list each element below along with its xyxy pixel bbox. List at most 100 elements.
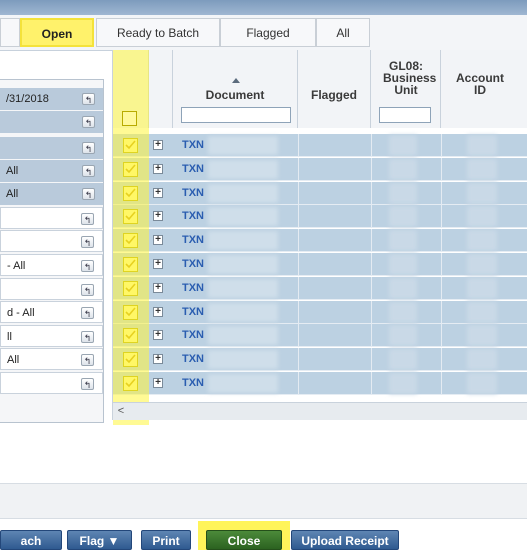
filter-row[interactable]: /31/2018 ↰ [0, 88, 103, 110]
expand-row-icon[interactable]: + [153, 259, 163, 269]
redacted-document-id [208, 183, 278, 203]
filter-row[interactable]: All ↰ [0, 348, 103, 370]
cell-divider [371, 276, 372, 300]
filter-prompt-icon[interactable]: ↰ [81, 331, 94, 343]
sort-ascending-icon [232, 78, 240, 83]
filter-prompt-icon[interactable]: ↰ [82, 93, 95, 105]
tab-hidden-left[interactable] [0, 18, 20, 47]
table-row[interactable]: + TXN [113, 181, 527, 205]
expand-row-icon[interactable]: + [153, 330, 163, 341]
filter-prompt-icon[interactable]: ↰ [82, 116, 95, 128]
filter-row[interactable]: ↰ [0, 207, 103, 229]
horizontal-scrollbar[interactable]: < [113, 402, 527, 420]
table-row[interactable]: + TXN [113, 348, 527, 372]
document-link[interactable]: TXN [182, 158, 204, 181]
redacted-account-id [467, 158, 497, 180]
filter-row[interactable]: ↰ [0, 137, 103, 159]
redacted-business-unit [389, 373, 417, 394]
filter-prompt-icon[interactable]: ↰ [81, 378, 94, 390]
cell-divider [371, 157, 372, 181]
expand-row-icon[interactable]: + [153, 163, 163, 174]
scroll-left-arrow-icon[interactable]: < [115, 405, 127, 417]
filter-row[interactable]: All ↰ [0, 183, 103, 205]
cell-divider [371, 324, 372, 348]
expand-row-icon[interactable]: + [153, 211, 163, 222]
flag-button[interactable]: Flag ▼ [67, 530, 132, 550]
redacted-business-unit [389, 325, 417, 347]
document-link[interactable]: TXN [182, 205, 204, 228]
filter-row[interactable]: - All ↰ [0, 254, 103, 276]
cell-divider [298, 300, 299, 324]
print-button[interactable]: Print [141, 530, 191, 550]
redacted-business-unit [389, 277, 417, 299]
filter-prompt-icon[interactable]: ↰ [81, 354, 94, 366]
transactions-grid: Document Flagged GL08: Business Unit Acc… [112, 50, 527, 420]
cell-divider [298, 134, 299, 157]
filter-row[interactable]: ll ↰ [0, 325, 103, 347]
filter-value: d - All [7, 307, 35, 319]
redacted-business-unit [389, 349, 417, 371]
filter-row[interactable]: d - All ↰ [0, 301, 103, 323]
document-link[interactable]: TXN [182, 134, 204, 157]
filter-row[interactable]: All ↰ [0, 160, 103, 182]
cell-divider [441, 157, 442, 181]
filter-prompt-icon[interactable]: ↰ [81, 307, 94, 319]
filter-prompt-icon[interactable]: ↰ [82, 188, 95, 200]
tab-flagged[interactable]: Flagged [220, 18, 316, 47]
table-row[interactable]: + TXN [113, 205, 527, 229]
filter-row[interactable]: ↰ [0, 278, 103, 300]
document-link[interactable]: TXN [182, 301, 204, 324]
expand-row-icon[interactable]: + [153, 378, 163, 388]
filter-prompt-icon[interactable]: ↰ [81, 284, 94, 296]
filter-panel: /31/2018 ↰ ↰ ↰ All ↰ All ↰ ↰ ↰ - All ↰ ↰ d - All ↰ ll ↰ A… [0, 79, 104, 423]
filter-prompt-icon[interactable]: ↰ [82, 142, 95, 154]
expand-row-icon[interactable]: + [153, 282, 163, 293]
document-link[interactable]: TXN [182, 277, 204, 300]
document-link[interactable]: TXN [182, 324, 204, 347]
flagged-column-header[interactable]: Flagged [298, 50, 371, 128]
tab-ready-to-batch[interactable]: Ready to Batch [96, 18, 220, 47]
upload-receipt-button[interactable]: Upload Receipt [291, 530, 399, 550]
filter-row[interactable]: ↰ [0, 111, 103, 133]
filter-prompt-icon[interactable]: ↰ [81, 236, 94, 248]
document-link[interactable]: TXN [182, 253, 204, 276]
tab-open[interactable]: Open [20, 18, 94, 47]
select-all-checkbox[interactable] [122, 111, 137, 126]
expand-row-icon[interactable]: + [153, 306, 163, 317]
document-column-header[interactable]: Document [173, 50, 298, 128]
filter-value: All [6, 165, 19, 177]
redacted-document-id [208, 302, 278, 322]
expand-column-header [149, 50, 173, 128]
document-link[interactable]: TXN [182, 372, 204, 395]
tab-all[interactable]: All [316, 18, 370, 47]
filter-prompt-icon[interactable]: ↰ [81, 213, 94, 225]
expand-row-icon[interactable]: + [153, 140, 163, 150]
expand-row-icon[interactable]: + [153, 187, 163, 198]
batch-button[interactable]: ach [0, 530, 62, 550]
gl08-filter-input[interactable] [379, 107, 431, 123]
expand-row-icon[interactable]: + [153, 235, 163, 246]
table-row[interactable]: + TXN [113, 253, 527, 276]
account-id-column-header[interactable]: Account ID [441, 50, 527, 128]
filter-row[interactable]: ↰ [0, 230, 103, 252]
close-button[interactable]: Close [206, 530, 282, 550]
filter-row[interactable]: ↰ [0, 372, 103, 394]
table-row[interactable]: + TXN [113, 276, 527, 300]
filter-prompt-icon[interactable]: ↰ [81, 260, 94, 272]
table-row[interactable]: + TXN [113, 372, 527, 395]
gl08-column-header[interactable]: GL08: Business Unit [371, 50, 441, 128]
table-row[interactable]: + TXN [113, 229, 527, 253]
redacted-document-id [208, 207, 278, 227]
table-row[interactable]: + TXN [113, 157, 527, 181]
redacted-business-unit [389, 158, 417, 180]
filter-prompt-icon[interactable]: ↰ [82, 165, 95, 177]
table-row[interactable]: + TXN [113, 324, 527, 348]
document-link[interactable]: TXN [182, 182, 204, 205]
document-link[interactable]: TXN [182, 348, 204, 371]
redacted-account-id [467, 230, 497, 252]
document-filter-input[interactable] [181, 107, 291, 123]
table-row[interactable]: + TXN [113, 300, 527, 324]
document-link[interactable]: TXN [182, 229, 204, 252]
expand-row-icon[interactable]: + [153, 354, 163, 365]
table-row[interactable]: + TXN [113, 134, 527, 157]
